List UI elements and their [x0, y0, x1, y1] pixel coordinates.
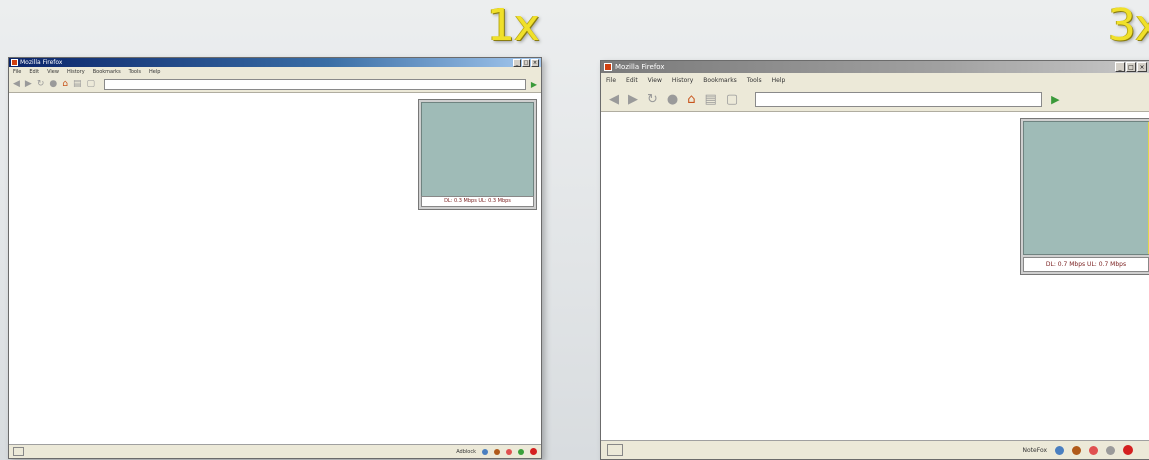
- zoom-label-1x: 1x: [487, 0, 540, 51]
- maximize-button[interactable]: □: [522, 59, 530, 67]
- page-content: DL: 0.3 Mbps UL: 0.3 Mbps: [9, 93, 541, 424]
- status-addon-label[interactable]: Adblock: [456, 449, 476, 455]
- video-panel: DL: 0.7 Mbps UL: 0.7 Mbps: [1020, 118, 1149, 275]
- menu-file[interactable]: File: [13, 69, 21, 75]
- window-title: Mozilla Firefox: [615, 63, 665, 71]
- record-icon[interactable]: [506, 448, 512, 455]
- addon-icon[interactable]: [1072, 445, 1081, 455]
- menu-history[interactable]: History: [672, 77, 693, 84]
- url-bar[interactable]: [755, 91, 1043, 107]
- home-icon[interactable]: ⌂: [62, 79, 68, 89]
- menu-history[interactable]: History: [67, 69, 85, 75]
- firefox-icon: [604, 63, 612, 71]
- stop-icon[interactable]: ●: [667, 92, 678, 107]
- print-icon[interactable]: ▤: [73, 79, 82, 89]
- menu-help[interactable]: Help: [149, 69, 160, 75]
- status-addon-label[interactable]: NoteFox: [1023, 447, 1047, 454]
- addon-icon[interactable]: [494, 448, 500, 455]
- menu-bookmarks[interactable]: Bookmarks: [703, 77, 737, 84]
- status-left-icon[interactable]: [13, 447, 24, 456]
- menu-view[interactable]: View: [648, 77, 662, 84]
- browser-window-3x: Mozilla Firefox _ □ × File Edit View His…: [600, 60, 1149, 460]
- video-panel: DL: 0.3 Mbps UL: 0.3 Mbps: [418, 99, 537, 210]
- print-icon[interactable]: ▤: [705, 92, 717, 107]
- go-arrow-icon[interactable]: ▶: [531, 80, 537, 89]
- minimize-button[interactable]: _: [1115, 62, 1125, 72]
- reload-icon[interactable]: ↻: [37, 79, 45, 89]
- back-arrow-icon[interactable]: ◀: [13, 79, 20, 89]
- status-bar: NoteFox: [601, 440, 1149, 459]
- page-icon[interactable]: ▢: [726, 92, 738, 107]
- record-icon[interactable]: [1089, 445, 1098, 455]
- status-left-icon[interactable]: [607, 444, 623, 456]
- menu-file[interactable]: File: [606, 77, 616, 84]
- status-bar: Adblock: [9, 444, 541, 458]
- video-area: [1023, 121, 1149, 255]
- checkmark-icon[interactable]: [482, 448, 488, 455]
- page-icon[interactable]: ▢: [86, 79, 95, 89]
- video-area: [421, 102, 534, 197]
- maximize-button[interactable]: □: [1126, 62, 1136, 72]
- menu-bookmarks[interactable]: Bookmarks: [93, 69, 121, 75]
- menu-view[interactable]: View: [47, 69, 59, 75]
- home-icon[interactable]: ⌂: [687, 92, 695, 107]
- back-arrow-icon[interactable]: ◀: [609, 92, 619, 107]
- browser-window-1x: Mozilla Firefox _ □ × File Edit View His…: [8, 57, 542, 459]
- status-tray: NoteFox: [1023, 445, 1133, 455]
- menu-tools[interactable]: Tools: [129, 69, 141, 75]
- url-bar[interactable]: [104, 78, 526, 90]
- title-bar[interactable]: Mozilla Firefox _ □ ×: [601, 61, 1149, 73]
- stop-sign-icon[interactable]: [530, 448, 537, 455]
- menu-bar: File Edit View History Bookmarks Tools H…: [9, 67, 541, 76]
- forward-arrow-icon[interactable]: ▶: [628, 92, 638, 107]
- close-button[interactable]: ×: [531, 59, 539, 67]
- go-arrow-icon[interactable]: ▶: [1051, 93, 1059, 106]
- settings-icon[interactable]: [1106, 445, 1115, 455]
- bandwidth-stats: DL: 0.7 Mbps UL: 0.7 Mbps: [1023, 257, 1149, 272]
- zoom-label-3x: 3x: [1108, 0, 1149, 51]
- title-bar[interactable]: Mozilla Firefox _ □ ×: [9, 58, 541, 67]
- navigation-toolbar: ◀ ▶ ↻ ● ⌂ ▤ ▢ ▶: [601, 87, 1149, 112]
- reload-icon[interactable]: ↻: [647, 92, 658, 107]
- stop-icon[interactable]: ●: [49, 79, 57, 89]
- forward-arrow-icon[interactable]: ▶: [25, 79, 32, 89]
- menu-tools[interactable]: Tools: [747, 77, 762, 84]
- menu-edit[interactable]: Edit: [626, 77, 638, 84]
- navigation-toolbar: ◀ ▶ ↻ ● ⌂ ▤ ▢ ▶: [9, 76, 541, 93]
- firefox-icon: [11, 59, 18, 66]
- menu-bar: File Edit View History Bookmarks Tools H…: [601, 73, 1149, 87]
- menu-edit[interactable]: Edit: [29, 69, 39, 75]
- stop-sign-icon[interactable]: [1123, 445, 1133, 455]
- minimize-button[interactable]: _: [513, 59, 521, 67]
- green-status-icon[interactable]: [518, 448, 524, 455]
- window-title: Mozilla Firefox: [20, 59, 63, 66]
- bandwidth-stats: DL: 0.3 Mbps UL: 0.3 Mbps: [421, 196, 534, 207]
- menu-help[interactable]: Help: [772, 77, 786, 84]
- window-controls: _ □ ×: [513, 59, 539, 67]
- checkmark-icon[interactable]: [1055, 445, 1064, 455]
- page-content: DL: 0.7 Mbps UL: 0.7 Mbps: [601, 112, 1149, 432]
- window-controls: _ □ ×: [1115, 62, 1147, 72]
- status-tray: Adblock: [456, 448, 537, 455]
- close-button[interactable]: ×: [1137, 62, 1147, 72]
